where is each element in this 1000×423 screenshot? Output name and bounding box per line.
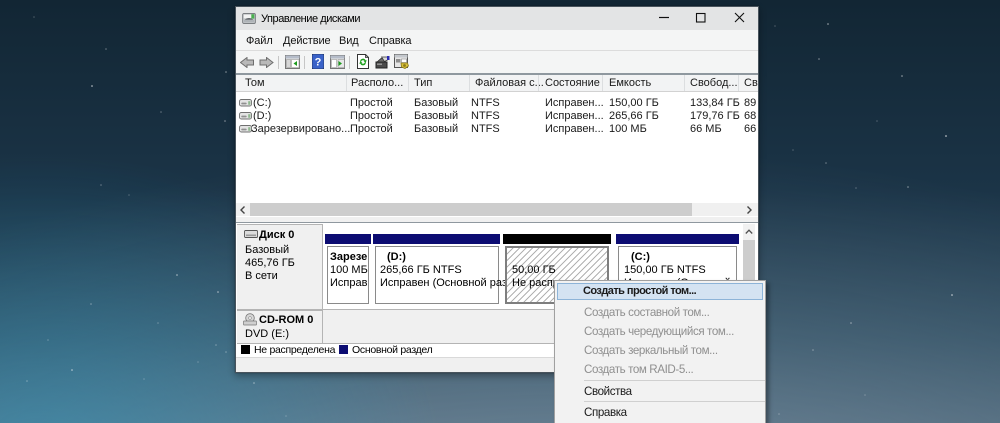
svg-text:?: ? <box>315 57 322 69</box>
